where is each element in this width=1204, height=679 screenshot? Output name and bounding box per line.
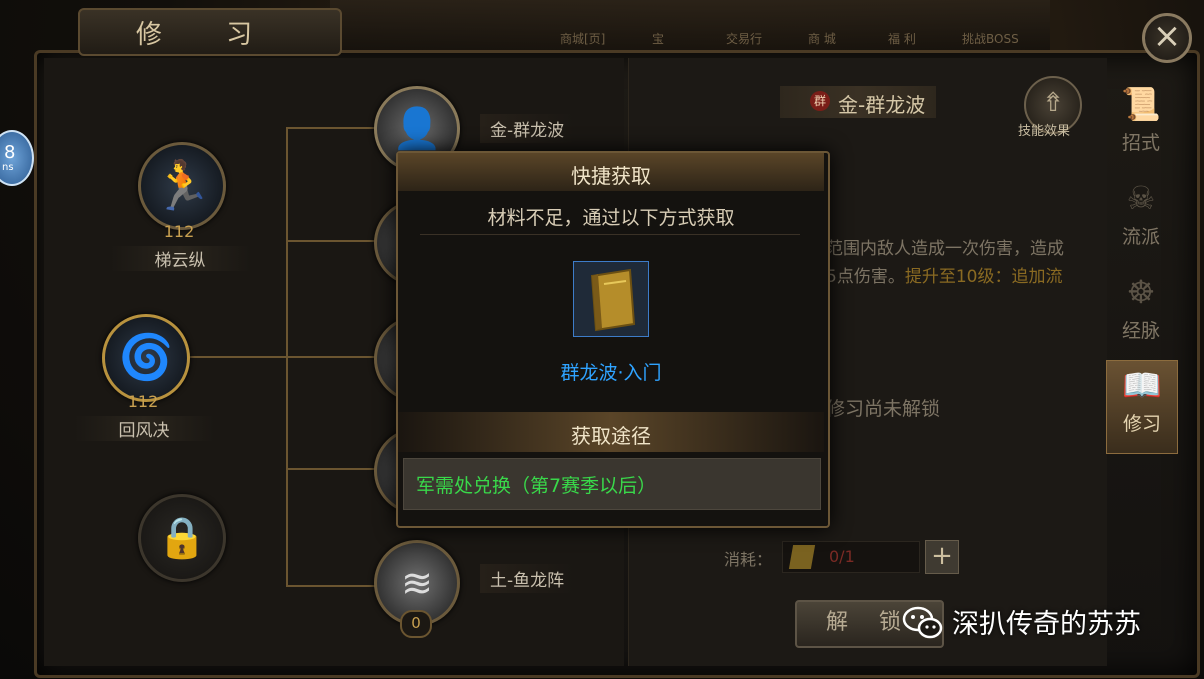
close-button[interactable]: × xyxy=(1142,13,1192,63)
route-option[interactable]: 军需处兑换（第7赛季以后） xyxy=(403,458,821,510)
skill-node-tiyunzong[interactable]: 🏃 xyxy=(138,142,226,230)
damage-text: 5点伤害。 xyxy=(826,267,905,287)
close-icon: × xyxy=(1152,16,1182,56)
skill-name: 回风决 xyxy=(74,416,214,441)
nav-item-shop[interactable]: 商城[页] xyxy=(560,30,605,47)
upgrade-hint: 提升至10级：追加流 xyxy=(904,267,1063,287)
skill-title: 金-群龙波 xyxy=(838,93,926,117)
nav-item-welfare[interactable]: 福 利 xyxy=(888,30,916,47)
book-icon xyxy=(788,545,816,569)
nav-item-trade[interactable]: 交易行 xyxy=(726,30,762,47)
golden-book-icon xyxy=(590,268,636,332)
tab-label: 流派 xyxy=(1121,226,1160,248)
route-title: 获取途径 xyxy=(571,424,651,448)
tab-label: 经脉 xyxy=(1121,320,1160,342)
skill-name: 梯云纵 xyxy=(110,246,250,271)
skull-icon: ☠ xyxy=(1126,179,1156,217)
route-text: 军需处兑换（第7赛季以后） xyxy=(416,475,657,497)
skill-description: 范围内敌人造成一次伤害，造成 xyxy=(826,239,1064,259)
divider xyxy=(420,234,800,235)
tab-jingmai[interactable]: ☸ 经脉 xyxy=(1106,268,1176,352)
skill-level: 112 xyxy=(127,392,159,411)
window-title: 修 习 xyxy=(135,20,281,50)
cost-label: 消耗： xyxy=(724,550,773,569)
popup-subtitle: 材料不足，通过以下方式获取 xyxy=(487,207,735,229)
cost-value: 0/1 xyxy=(829,547,855,566)
watermark-text: 深扒传奇的苏苏 xyxy=(952,609,1141,640)
tree-branch xyxy=(286,356,382,358)
badge-sub: ns xyxy=(2,162,14,173)
tab-liupai[interactable]: ☠ 流派 xyxy=(1106,174,1176,258)
tab-xiuxi[interactable]: 📖 修习 xyxy=(1106,360,1178,454)
book-scroll-icon: 📖 xyxy=(1122,366,1162,404)
skill-type-tag: 群 xyxy=(810,91,830,111)
lock-status: 修习尚未解锁 xyxy=(826,398,941,420)
add-material-button[interactable]: + xyxy=(925,540,959,574)
meditation-icon: ☸ xyxy=(1126,273,1156,311)
skill-description-2: 5点伤害。提升至10级：追加流 xyxy=(826,262,1062,287)
tab-zhaoshi[interactable]: 📜 招式 xyxy=(1106,80,1176,164)
skill-node-huifengjue[interactable]: 🌀 xyxy=(102,314,190,402)
branch-name: 金-群龙波 xyxy=(480,114,575,143)
cost-slot: 0/1 xyxy=(782,541,920,573)
upgrade-arrow-icon: ⇮ xyxy=(1042,88,1064,118)
badge-count: 8 xyxy=(4,142,16,163)
item-slot[interactable] xyxy=(573,261,649,337)
nav-item-mall[interactable]: 商 城 xyxy=(808,30,836,47)
nav-item-treasure[interactable]: 宝 xyxy=(652,30,664,47)
top-navigation-bar xyxy=(330,0,1050,52)
tab-label: 招式 xyxy=(1121,132,1160,154)
locked-skill-slot[interactable]: 🔒 xyxy=(138,494,226,582)
tree-connector xyxy=(188,356,288,358)
wechat-icon xyxy=(902,606,943,639)
tree-branch xyxy=(286,468,382,470)
item-name[interactable]: 群龙波·入门 xyxy=(398,358,824,385)
scroll-icon: 📜 xyxy=(1121,85,1161,123)
tab-label: 修习 xyxy=(1122,413,1161,435)
tree-branch xyxy=(286,240,382,242)
spinning-strike-icon: 🌀 xyxy=(118,332,174,383)
nav-item-boss[interactable]: 挑战BOSS xyxy=(962,30,1019,47)
tree-branch xyxy=(286,127,382,129)
skill-level: 112 xyxy=(163,222,195,241)
lock-icon: 🔒 xyxy=(157,515,207,561)
skill-effect-label: 技能效果 xyxy=(1018,124,1071,139)
branch-level: 0 xyxy=(400,610,432,638)
tree-branch xyxy=(286,585,382,587)
branch-name: 土-鱼龙阵 xyxy=(480,564,575,593)
running-figure-icon: 🏃 xyxy=(152,158,212,214)
popup-title: 快捷获取 xyxy=(571,164,651,188)
